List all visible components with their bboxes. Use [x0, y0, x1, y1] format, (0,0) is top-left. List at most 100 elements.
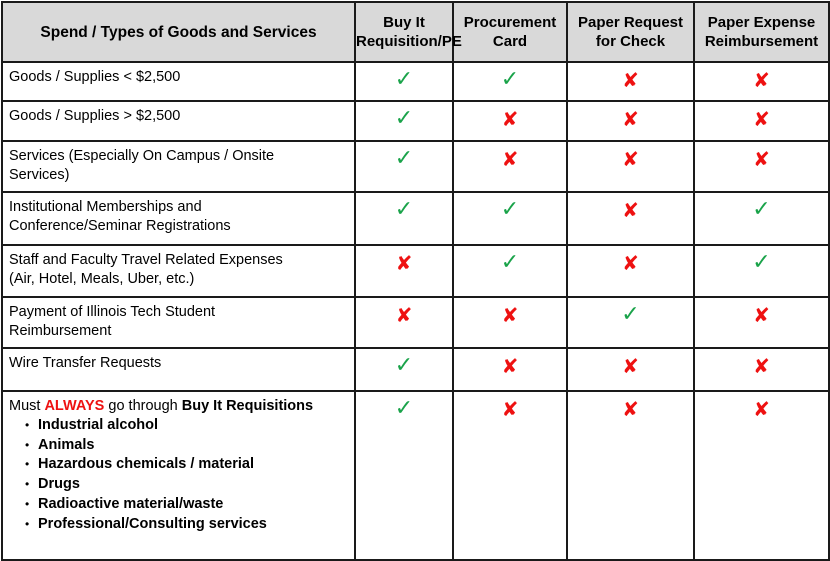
- cross-icon: ✘: [622, 251, 639, 275]
- table-row: Goods / Supplies > $2,500 ✓ ✘ ✘ ✘: [1, 100, 830, 142]
- note-middle: go through: [104, 398, 182, 414]
- row-label: Institutional Memberships and Conference/…: [1, 191, 356, 246]
- cross-icon: ✘: [501, 107, 519, 131]
- row-label-line: Goods / Supplies < $2,500: [9, 69, 181, 85]
- header-line: Buy It: [383, 14, 425, 31]
- table-row: Payment of Illinois Tech Student Reimburs…: [1, 296, 830, 349]
- cell-paper-expense-reimbursement: ✘: [693, 140, 830, 193]
- row-label-line: Staff and Faculty Travel Related Expense…: [9, 252, 283, 268]
- header-procurement-card: Procurement Card: [452, 1, 568, 63]
- list-item-text: Professional/Consulting services: [38, 515, 267, 532]
- cross-icon: ✘: [501, 397, 519, 421]
- checkmark-icon: ✓: [752, 197, 771, 222]
- cell-buy-it-requisition: ✓: [354, 140, 454, 193]
- checkmark-icon: ✓: [752, 250, 771, 275]
- cell-paper-request-check: ✘: [566, 390, 695, 561]
- row-label-line: (Air, Hotel, Meals, Uber, etc.): [9, 271, 195, 287]
- header-spend-types-label: Spend / Types of Goods and Services: [40, 23, 317, 41]
- list-item: • Animals: [25, 436, 348, 456]
- cell-procurement-card: ✓: [452, 244, 568, 298]
- list-item-text: Animals: [38, 436, 95, 453]
- row-label-line: Payment of Illinois Tech Student: [9, 304, 216, 320]
- header-line: Card: [492, 33, 528, 50]
- row-label: Staff and Faculty Travel Related Expense…: [1, 244, 356, 298]
- header-line: Paper Expense: [707, 14, 816, 31]
- note-prefix: Must: [9, 398, 45, 414]
- checkmark-icon: ✓: [621, 302, 640, 327]
- list-item-text: Hazardous chemicals / material: [38, 456, 254, 473]
- list-item-text: Drugs: [38, 476, 80, 493]
- cell-procurement-card: ✘: [452, 140, 568, 193]
- row-label: Services (Especially On Campus / Onsite S…: [1, 140, 356, 193]
- row-label: Wire Transfer Requests: [1, 347, 356, 392]
- cell-paper-expense-reimbursement: ✘: [693, 61, 830, 102]
- table-row: Services (Especially On Campus / Onsite S…: [1, 140, 830, 193]
- checkmark-icon: ✓: [394, 396, 414, 421]
- cross-icon: ✘: [753, 107, 770, 131]
- cell-paper-expense-reimbursement: ✘: [693, 390, 830, 561]
- row-label-line: Services): [9, 167, 70, 183]
- cross-icon: ✘: [753, 147, 770, 171]
- cross-icon: ✘: [753, 303, 770, 327]
- checkmark-icon: ✓: [394, 67, 414, 92]
- header-line: Reimbursement: [704, 33, 819, 50]
- checkmark-icon: ✓: [394, 197, 414, 222]
- cell-paper-request-check: ✓: [566, 296, 695, 349]
- cell-procurement-card: ✓: [452, 191, 568, 246]
- cell-paper-expense-reimbursement: ✓: [693, 244, 830, 298]
- cross-icon: ✘: [753, 68, 770, 92]
- cross-icon: ✘: [753, 354, 770, 378]
- list-item-text: Radioactive material/waste: [38, 495, 224, 512]
- cross-icon: ✘: [501, 303, 519, 327]
- cell-procurement-card: ✘: [452, 100, 568, 142]
- table-body: Goods / Supplies < $2,500 ✓ ✓ ✘ ✘ Goods …: [1, 61, 830, 561]
- checkmark-icon: ✓: [500, 67, 520, 92]
- cross-icon: ✘: [501, 147, 519, 171]
- checkmark-icon: ✓: [394, 106, 414, 131]
- bullet-icon: •: [25, 496, 30, 511]
- cross-icon: ✘: [622, 397, 639, 421]
- header-line: Paper Request: [577, 14, 684, 31]
- list-item-text: Industrial alcohol: [38, 417, 159, 433]
- checkmark-icon: ✓: [394, 353, 414, 378]
- header-line: Requisition/PE: [356, 33, 462, 50]
- cross-icon: ✘: [622, 198, 639, 222]
- row-label-line: Conference/Seminar Registrations: [9, 218, 231, 234]
- cross-icon: ✘: [622, 147, 639, 171]
- cell-paper-request-check: ✘: [566, 244, 695, 298]
- cell-buy-it-requisition: ✘: [354, 244, 454, 298]
- table-row: Staff and Faculty Travel Related Expense…: [1, 244, 830, 298]
- checkmark-icon: ✓: [394, 146, 414, 171]
- header-line: for Check: [595, 33, 666, 50]
- row-label: Goods / Supplies > $2,500: [1, 100, 356, 142]
- cell-paper-request-check: ✘: [566, 191, 695, 246]
- cell-paper-expense-reimbursement: ✘: [693, 296, 830, 349]
- table-row: Institutional Memberships and Conference/…: [1, 191, 830, 246]
- cell-paper-expense-reimbursement: ✘: [693, 100, 830, 142]
- list-item: • Drugs: [25, 475, 348, 495]
- row-label: Goods / Supplies < $2,500: [1, 61, 356, 102]
- list-item: • Hazardous chemicals / material: [25, 455, 348, 475]
- list-item: • Professional/Consulting services: [25, 515, 348, 535]
- cell-buy-it-requisition: ✓: [354, 390, 454, 561]
- bullet-icon: •: [25, 477, 30, 492]
- header-buy-it-requisition: Buy It Requisition/PE: [354, 1, 462, 63]
- spend-matrix-container: Spend / Types of Goods and Services Buy …: [1, 1, 830, 561]
- cross-icon: ✘: [622, 354, 639, 378]
- cell-paper-expense-reimbursement: ✓: [693, 191, 830, 246]
- list-item: • Radioactive material/waste: [25, 495, 348, 515]
- row-label-line: Institutional Memberships and: [9, 199, 202, 215]
- checkmark-icon: ✓: [500, 250, 520, 275]
- header-row: Spend / Types of Goods and Services Buy …: [1, 1, 830, 63]
- cross-icon: ✘: [622, 68, 639, 92]
- row-label-line: Services (Especially On Campus / Onsite: [9, 148, 275, 164]
- cell-procurement-card: ✓: [452, 61, 568, 102]
- header-spend-types: Spend / Types of Goods and Services: [1, 1, 356, 63]
- cross-icon: ✘: [622, 107, 639, 131]
- cell-paper-request-check: ✘: [566, 61, 695, 102]
- required-items-list: • Industrial alcohol • Animals • Hazardous ch…: [9, 416, 348, 534]
- cross-icon: ✘: [395, 251, 413, 275]
- buy-it-requisitions-label: Buy It Requisitions: [181, 398, 314, 414]
- table-row: Wire Transfer Requests ✓ ✘ ✘ ✘: [1, 347, 830, 392]
- checkmark-icon: ✓: [500, 197, 520, 222]
